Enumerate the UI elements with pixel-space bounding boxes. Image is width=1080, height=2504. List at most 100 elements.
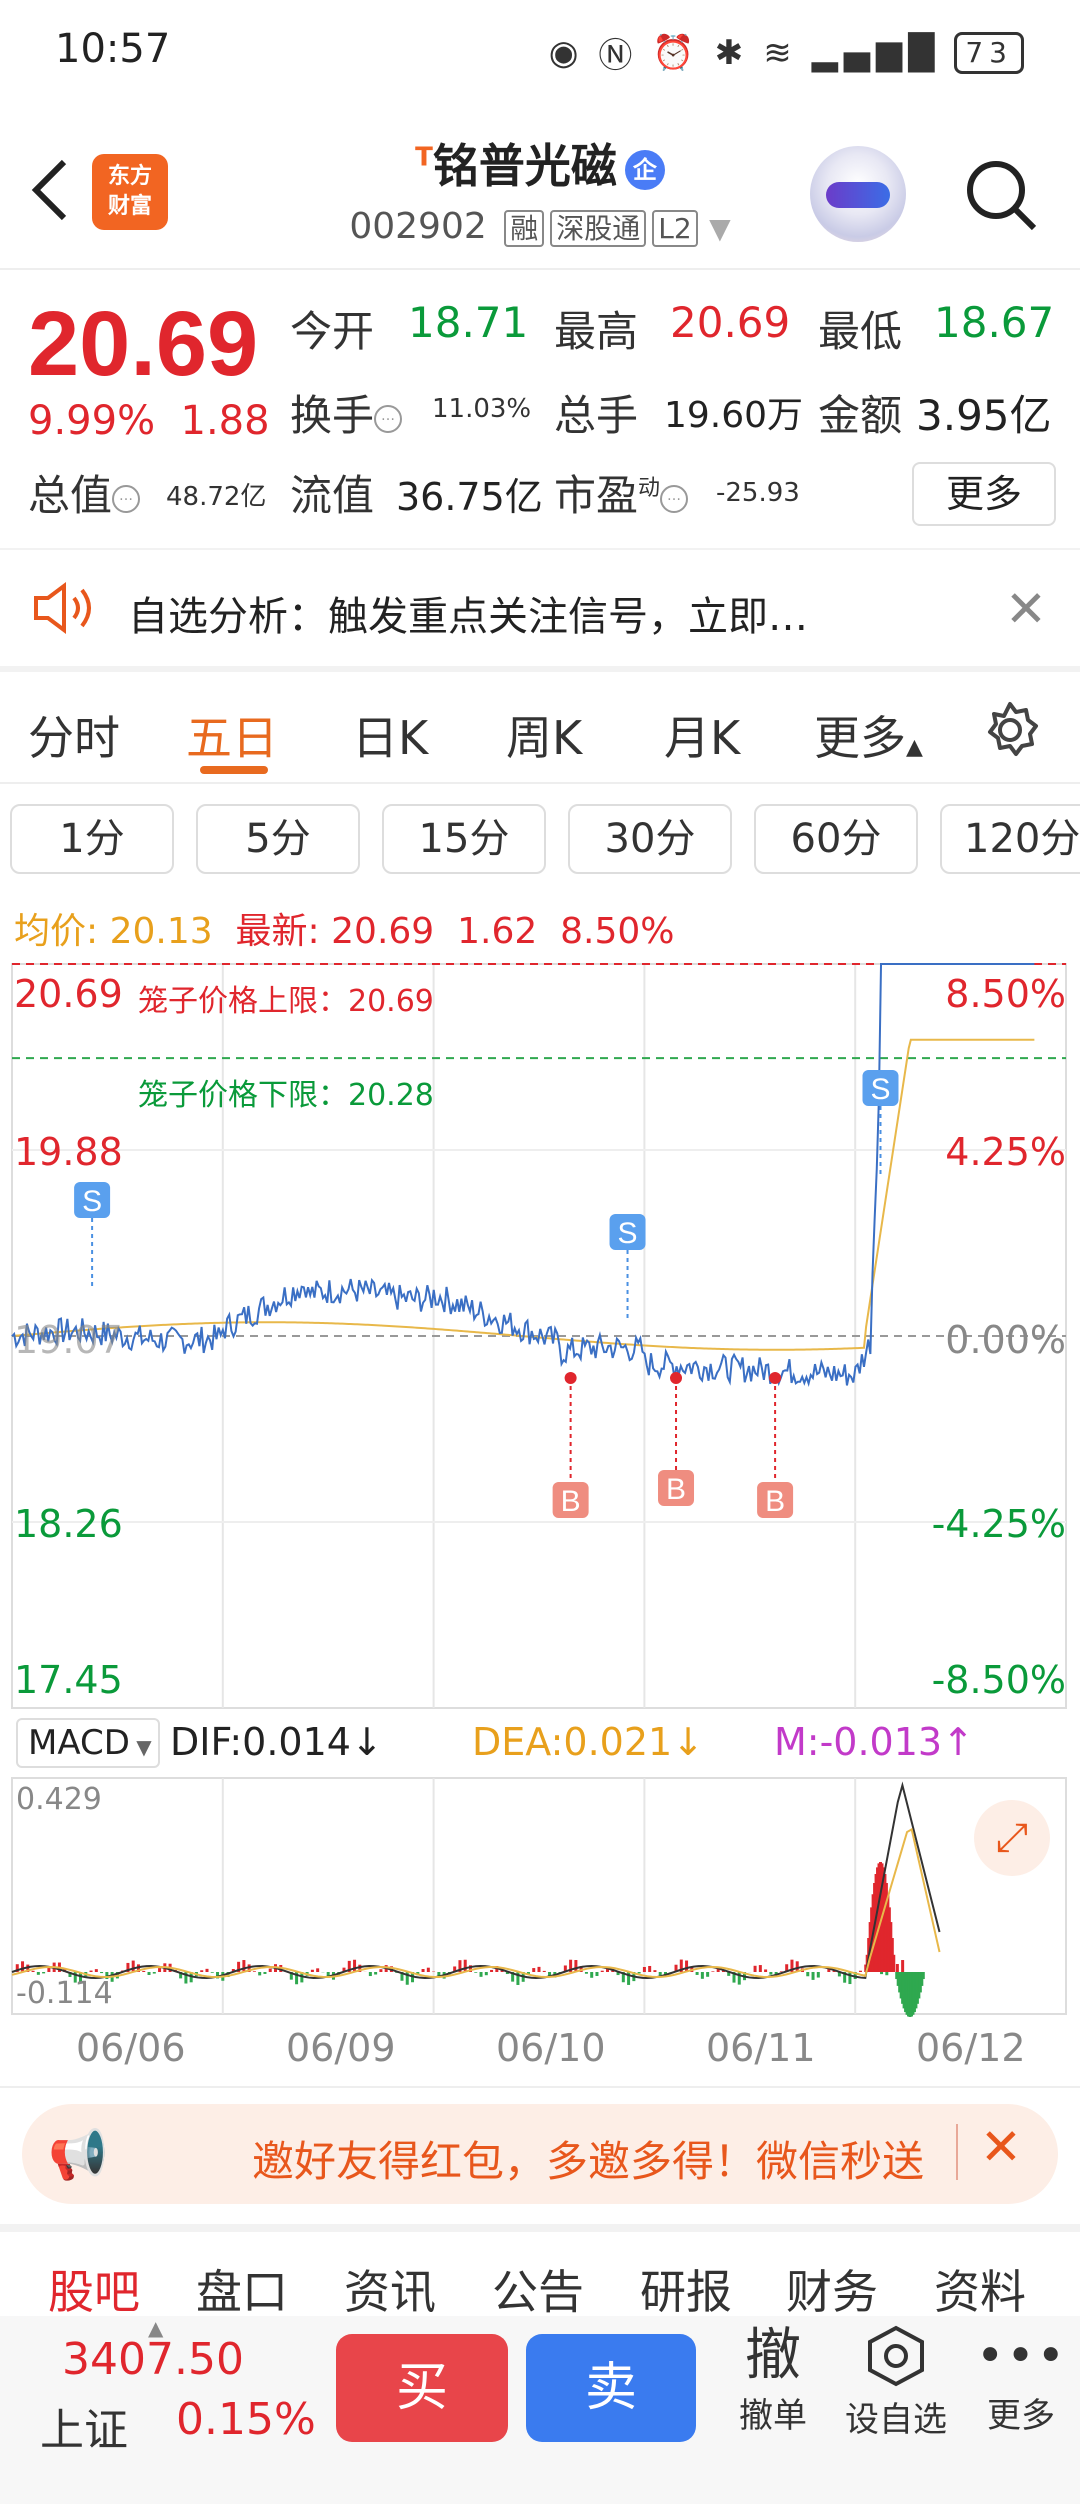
x-label-2: 06/10	[496, 2026, 606, 2070]
close-icon[interactable]: ✕	[1005, 580, 1047, 638]
y-left-label-2: 19.07	[14, 1318, 123, 1362]
tab-daily-k[interactable]: 日K	[352, 702, 428, 768]
info-icon: …	[112, 484, 141, 513]
tab-profile[interactable]: 资料	[934, 2256, 1026, 2322]
index-name[interactable]: 上证	[40, 2394, 128, 2458]
status-icons: ◉ Ⓝ ⏰ ✱ ≋ ▂▄▆█ 73	[549, 28, 1024, 77]
pe-label: 市盈动…	[554, 462, 689, 523]
search-icon[interactable]	[960, 154, 1040, 234]
macd-selector[interactable]: MACD ▼	[16, 1718, 160, 1768]
expand-icon[interactable]: ⤢	[974, 1800, 1050, 1876]
y-left-label-1: 19.88	[14, 1130, 123, 1174]
high-label: 最高	[554, 307, 639, 356]
nfc-icon: Ⓝ	[598, 36, 639, 76]
index-percent[interactable]: 0.15%	[176, 2394, 316, 2445]
invite-text: 邀好友得红包，多邀多得！微信秒送	[252, 2137, 925, 2186]
signal-icon: ▂▄▆█	[811, 32, 941, 73]
mktcap-label: 总值…	[28, 462, 141, 523]
cancel-icon: 撤	[745, 2323, 801, 2388]
float-label: 流值	[290, 471, 375, 520]
stock-code-line: 002902 融深股通 L2 ▼	[0, 206, 1080, 247]
info-icon: …	[660, 484, 689, 513]
qi-badge: 企	[624, 149, 665, 190]
open-value: 18.71	[408, 298, 529, 347]
buy-signal-label: B	[666, 1473, 686, 1506]
turnover-value: 11.03%	[432, 394, 532, 424]
tab-more[interactable]: 更多▲	[814, 702, 923, 768]
current-price: 20.69	[28, 293, 259, 395]
tab-five-day[interactable]: 五日	[186, 702, 278, 768]
float-value: 36.75亿	[396, 475, 543, 519]
lower-limit-label: 笼子价格下限：20.28	[138, 1078, 434, 1113]
amount-value: 3.95亿	[916, 391, 1052, 440]
close-icon[interactable]: ✕	[980, 2118, 1022, 2176]
stock-code: 002902	[349, 206, 487, 247]
macd-dea-line	[11, 1827, 941, 1978]
status-bar: 10:57 ◉ Ⓝ ⏰ ✱ ≋ ▂▄▆█ 73	[0, 0, 1080, 110]
pe-value: -25.93	[716, 478, 800, 508]
period-60min[interactable]: 60分	[754, 804, 918, 874]
settings-gear-icon[interactable]	[980, 700, 1040, 760]
info-icon: …	[374, 404, 403, 433]
x-label-0: 06/06	[76, 2026, 186, 2070]
period-15min[interactable]: 15分	[382, 804, 546, 874]
sell-signal-label: S	[618, 1217, 638, 1250]
macd-max: 0.429	[16, 1782, 102, 1817]
price-change: 9.99% 1.88	[28, 398, 270, 444]
y-right-label-0: 8.50%	[945, 972, 1066, 1016]
upper-limit-label: 笼子价格上限：20.69	[138, 984, 434, 1019]
tab-monthly-k[interactable]: 月K	[664, 702, 740, 768]
y-left-label-3: 18.26	[14, 1502, 123, 1546]
alarm-icon: ⏰	[652, 32, 701, 73]
more-dots-icon: •••	[976, 2328, 1067, 2384]
period-120min[interactable]: 120分	[940, 804, 1080, 874]
macd-dif: DIF:0.014↓	[170, 1720, 383, 1764]
tag-sgt: 深股通	[550, 210, 647, 247]
index-value[interactable]: 3407.50	[62, 2334, 244, 2385]
ai-assistant-avatar[interactable]	[810, 146, 906, 242]
y-left-label-4: 17.45	[14, 1658, 123, 1702]
buy-button[interactable]: 买	[336, 2334, 508, 2442]
chart-tabs: 分时 五日 日K 周K 月K 更多▲	[0, 682, 1080, 782]
tab-intraday[interactable]: 分时	[28, 702, 120, 768]
period-5min[interactable]: 5分	[196, 804, 360, 874]
y-right-label-1: 4.25%	[945, 1130, 1066, 1174]
tab-weekly-k[interactable]: 周K	[506, 702, 582, 768]
invite-banner[interactable]: 📢 邀好友得红包，多邀多得！微信秒送 ✕	[22, 2104, 1058, 2204]
mktcap-value: 48.72亿	[166, 482, 267, 512]
megaphone-icon: 📢	[48, 2127, 108, 2183]
macd-dif-line	[11, 1781, 941, 1980]
y-right-label-3: -4.25%	[931, 1502, 1066, 1546]
macd-dea: DEA:0.021↓	[472, 1720, 705, 1764]
low-value: 18.67	[934, 298, 1055, 347]
sell-signal-label: S	[870, 1073, 890, 1106]
low-label: 最低	[818, 307, 903, 356]
price-line	[11, 963, 1035, 1388]
battery-icon: 73	[954, 31, 1024, 74]
macd-m: M:-0.013↑	[774, 1720, 974, 1764]
t-mark: T	[415, 142, 433, 173]
speaker-icon	[34, 582, 91, 634]
tab-guba[interactable]: 股吧	[48, 2256, 140, 2322]
stock-name: 铭普光磁	[432, 139, 617, 193]
tab-research[interactable]: 研报	[640, 2256, 732, 2322]
tab-announcement[interactable]: 公告	[492, 2256, 584, 2322]
y-left-label-0: 20.69	[14, 972, 123, 1016]
sell-signal-label: S	[82, 1185, 102, 1218]
watchlist-analysis-banner[interactable]: 自选分析：触发重点关注信号，立即… ✕	[0, 550, 1080, 666]
bluetooth-icon: ✱	[714, 32, 750, 73]
period-1min[interactable]: 1分	[10, 804, 174, 874]
tab-finance[interactable]: 财务	[786, 2256, 878, 2322]
tab-pankou[interactable]: 盘口	[196, 2256, 288, 2322]
add-watchlist-button[interactable]: 设自选	[836, 2324, 956, 2441]
period-30min[interactable]: 30分	[568, 804, 732, 874]
x-label-4: 06/12	[916, 2026, 1026, 2070]
more-menu-button[interactable]: ••• 更多	[976, 2324, 1066, 2437]
hexagon-icon	[868, 2325, 924, 2387]
y-right-label-2: 0.00%	[945, 1318, 1066, 1362]
more-button[interactable]: 更多	[912, 462, 1056, 526]
five-day-chart[interactable]: S S S B B B	[0, 960, 1080, 2080]
sell-button[interactable]: 卖	[526, 2334, 696, 2442]
cancel-order-button[interactable]: 撤 撤单	[728, 2324, 818, 2437]
tab-news[interactable]: 资讯	[344, 2256, 436, 2322]
